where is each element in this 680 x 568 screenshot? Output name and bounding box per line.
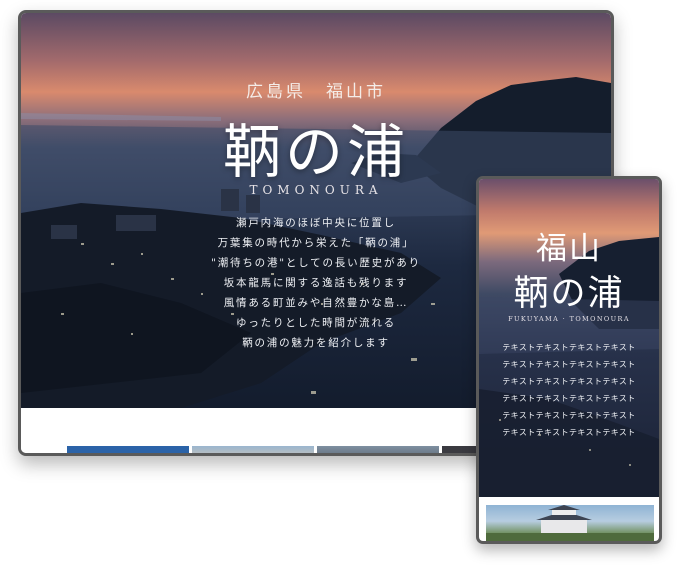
- mobile-intro-line: テキストテキストテキストテキスト: [502, 377, 636, 386]
- mobile-mockup: 福山 鞆の浦 FUKUYAMA · TOMONOURA テキストテキストテキスト…: [476, 176, 662, 544]
- mobile-title-line2: 鞆の浦: [513, 274, 625, 314]
- mobile-intro-line: テキストテキストテキストテキスト: [502, 343, 636, 352]
- mobile-hero-photo: 福山 鞆の浦 FUKUYAMA · TOMONOURA テキストテキストテキスト…: [479, 179, 659, 497]
- thumbnail-card[interactable]: [67, 446, 189, 453]
- mobile-title-romanized: FUKUYAMA · TOMONOURA: [508, 315, 630, 323]
- thumbnail-card[interactable]: [192, 446, 314, 453]
- mobile-intro-text: テキストテキストテキストテキスト テキストテキストテキストテキスト テキストテキ…: [479, 339, 659, 441]
- castle-photo: [486, 505, 654, 541]
- mobile-intro-line: テキストテキストテキストテキスト: [502, 411, 636, 420]
- castle-illustration: [486, 505, 654, 541]
- prefecture-label: 広島県 福山市: [246, 82, 386, 102]
- mobile-intro-line: テキストテキストテキストテキスト: [502, 360, 636, 369]
- mobile-title-line1: 福山: [536, 231, 602, 267]
- mobile-intro-line: テキストテキストテキストテキスト: [502, 394, 636, 403]
- mobile-hero-text: 福山 鞆の浦 FUKUYAMA · TOMONOURA テキストテキストテキスト…: [479, 179, 659, 497]
- thumbnail-card[interactable]: [317, 446, 439, 453]
- mobile-intro-line: テキストテキストテキストテキスト: [502, 428, 636, 437]
